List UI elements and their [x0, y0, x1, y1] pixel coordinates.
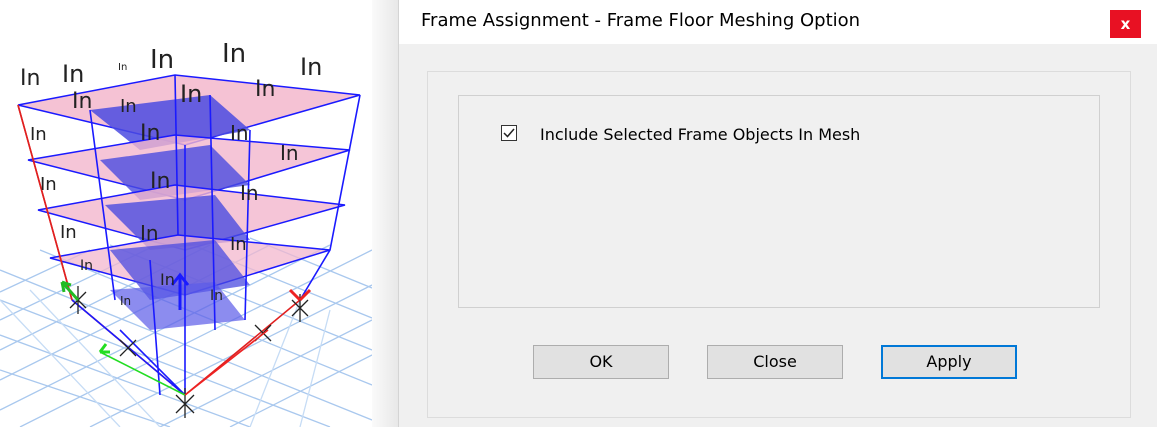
frame-label: In: [20, 66, 40, 91]
frame-label: In: [280, 141, 299, 165]
frame-label: In: [230, 234, 247, 255]
frame-label: In: [240, 181, 259, 205]
close-icon[interactable]: x: [1110, 10, 1141, 38]
frame-label: In: [222, 39, 246, 69]
include-frames-checkbox[interactable]: [501, 125, 517, 141]
frame-label: In: [140, 221, 159, 245]
frame-label: In: [140, 121, 160, 146]
frame-label: In: [62, 60, 84, 88]
frame-label: In: [118, 62, 127, 73]
frame-label: In: [210, 288, 223, 304]
include-frames-label[interactable]: Include Selected Frame Objects In Mesh: [540, 125, 860, 144]
frame-label: In: [30, 124, 47, 145]
meshing-option-dialog: Frame Assignment - Frame Floor Meshing O…: [398, 0, 1157, 427]
frame-label: In: [120, 294, 131, 308]
dialog-title: Frame Assignment - Frame Floor Meshing O…: [421, 10, 861, 31]
frame-label: In: [180, 80, 202, 108]
apply-button[interactable]: Apply: [881, 345, 1017, 379]
frame-label: In: [40, 174, 57, 195]
frame-label: In: [300, 53, 322, 81]
close-button[interactable]: Close: [707, 345, 843, 379]
frame-label: In: [150, 45, 174, 75]
checkmark-icon: [503, 128, 515, 138]
frame-label: In: [230, 121, 249, 145]
frame-label: In: [255, 77, 275, 102]
frame-label: In: [72, 89, 92, 114]
frame-label: In: [160, 270, 175, 289]
frame-label: In: [80, 258, 93, 274]
model-3d-view[interactable]: In In In In In In In In In In In In In In In In In In In In…: [0, 0, 372, 427]
frame-label: In: [120, 96, 137, 117]
ok-button[interactable]: OK: [533, 345, 669, 379]
frame-label: In: [150, 169, 170, 194]
frame-label: In: [60, 222, 77, 243]
title-bar[interactable]: Frame Assignment - Frame Floor Meshing O…: [399, 0, 1157, 44]
structure-model-graphic: In In In In In InIn In In InIn In InInIn In InIn In In…: [0, 39, 372, 427]
